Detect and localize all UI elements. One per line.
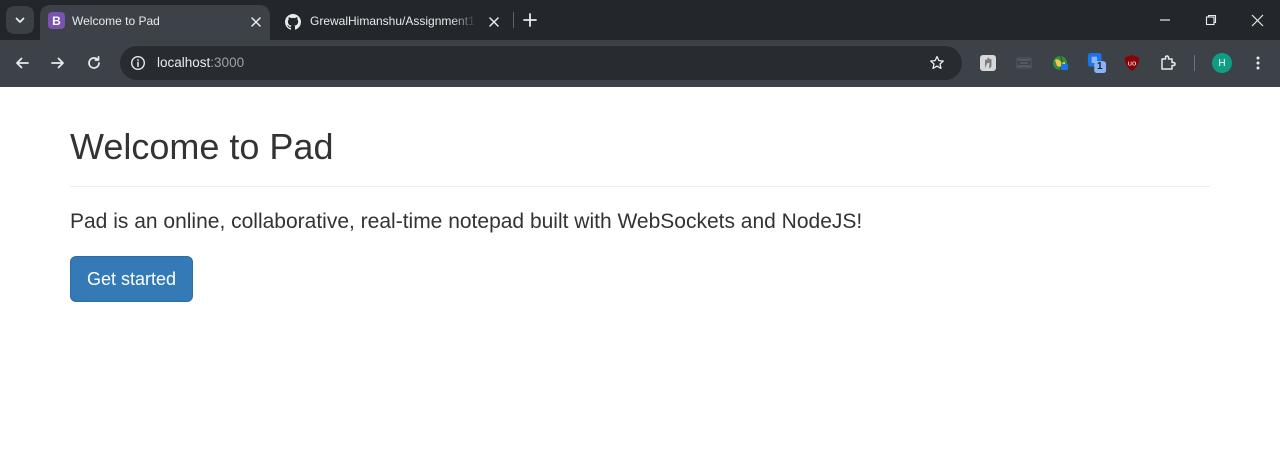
reload-icon xyxy=(88,55,100,69)
bookmark-star-icon[interactable] xyxy=(928,54,946,72)
restore-button[interactable] xyxy=(1201,10,1221,30)
ublock-origin-icon[interactable]: uo xyxy=(1122,53,1142,73)
url-text[interactable]: localhost:3000 xyxy=(157,55,244,70)
lead-paragraph: Pad is an online, collaborative, real-ti… xyxy=(70,210,863,233)
page-title: Welcome to Pad xyxy=(70,126,334,167)
close-icon xyxy=(1251,14,1263,26)
close-window-button[interactable] xyxy=(1247,10,1267,30)
arrow-right-icon xyxy=(51,57,64,69)
chevron-down-icon xyxy=(15,17,25,23)
extension-globe-icon[interactable] xyxy=(1050,53,1070,73)
close-tab-icon[interactable] xyxy=(486,14,502,30)
github-icon xyxy=(284,13,302,31)
extensions-puzzle-icon[interactable] xyxy=(1158,53,1178,73)
tab-strip: B Welcome to Pad GrewalHimanshu/Assignme… xyxy=(0,0,1280,40)
tab-welcome-to-pad[interactable]: B Welcome to Pad xyxy=(40,5,270,40)
browser-menu-icon[interactable] xyxy=(1248,53,1268,73)
profile-avatar[interactable]: H xyxy=(1212,53,1232,73)
new-tab-button[interactable] xyxy=(520,10,540,30)
bootstrap-favicon-icon: B xyxy=(48,12,65,29)
header-divider xyxy=(70,186,1210,187)
back-button[interactable] xyxy=(11,52,33,74)
site-info-icon[interactable] xyxy=(128,53,148,73)
tab-github[interactable]: GrewalHimanshu/Assignment1a xyxy=(274,5,510,40)
extension-badge-count: 1 xyxy=(1097,61,1103,72)
plus-icon xyxy=(523,13,537,27)
restore-icon xyxy=(1205,14,1217,26)
close-tab-icon[interactable] xyxy=(248,14,264,30)
extension-hand-icon[interactable] xyxy=(978,53,998,73)
arrow-left-icon xyxy=(16,57,29,69)
address-bar[interactable]: localhost:3000 xyxy=(120,46,962,80)
tab-title: Welcome to Pad xyxy=(72,14,160,28)
minimize-icon xyxy=(1160,19,1170,21)
forward-button[interactable] xyxy=(47,52,69,74)
browser-toolbar: localhost:3000 1 uo H xyxy=(0,40,1280,87)
url-host: localhost xyxy=(157,55,211,70)
extension-menu-icon[interactable] xyxy=(1014,53,1034,73)
toolbar-separator xyxy=(1194,55,1195,71)
tab-separator xyxy=(513,12,514,28)
svg-text:uo: uo xyxy=(1128,60,1137,68)
minimize-button[interactable] xyxy=(1155,10,1175,30)
url-port: :3000 xyxy=(210,55,245,70)
get-started-button[interactable]: Get started xyxy=(70,256,193,302)
tab-title: GrewalHimanshu/Assignment1a xyxy=(310,14,476,28)
extension-blue-badge-icon[interactable]: 1 xyxy=(1087,53,1107,73)
reload-button[interactable] xyxy=(83,52,105,74)
tab-search-button[interactable] xyxy=(6,6,34,34)
page-content: Welcome to Pad Pad is an online, collabo… xyxy=(0,87,1280,454)
